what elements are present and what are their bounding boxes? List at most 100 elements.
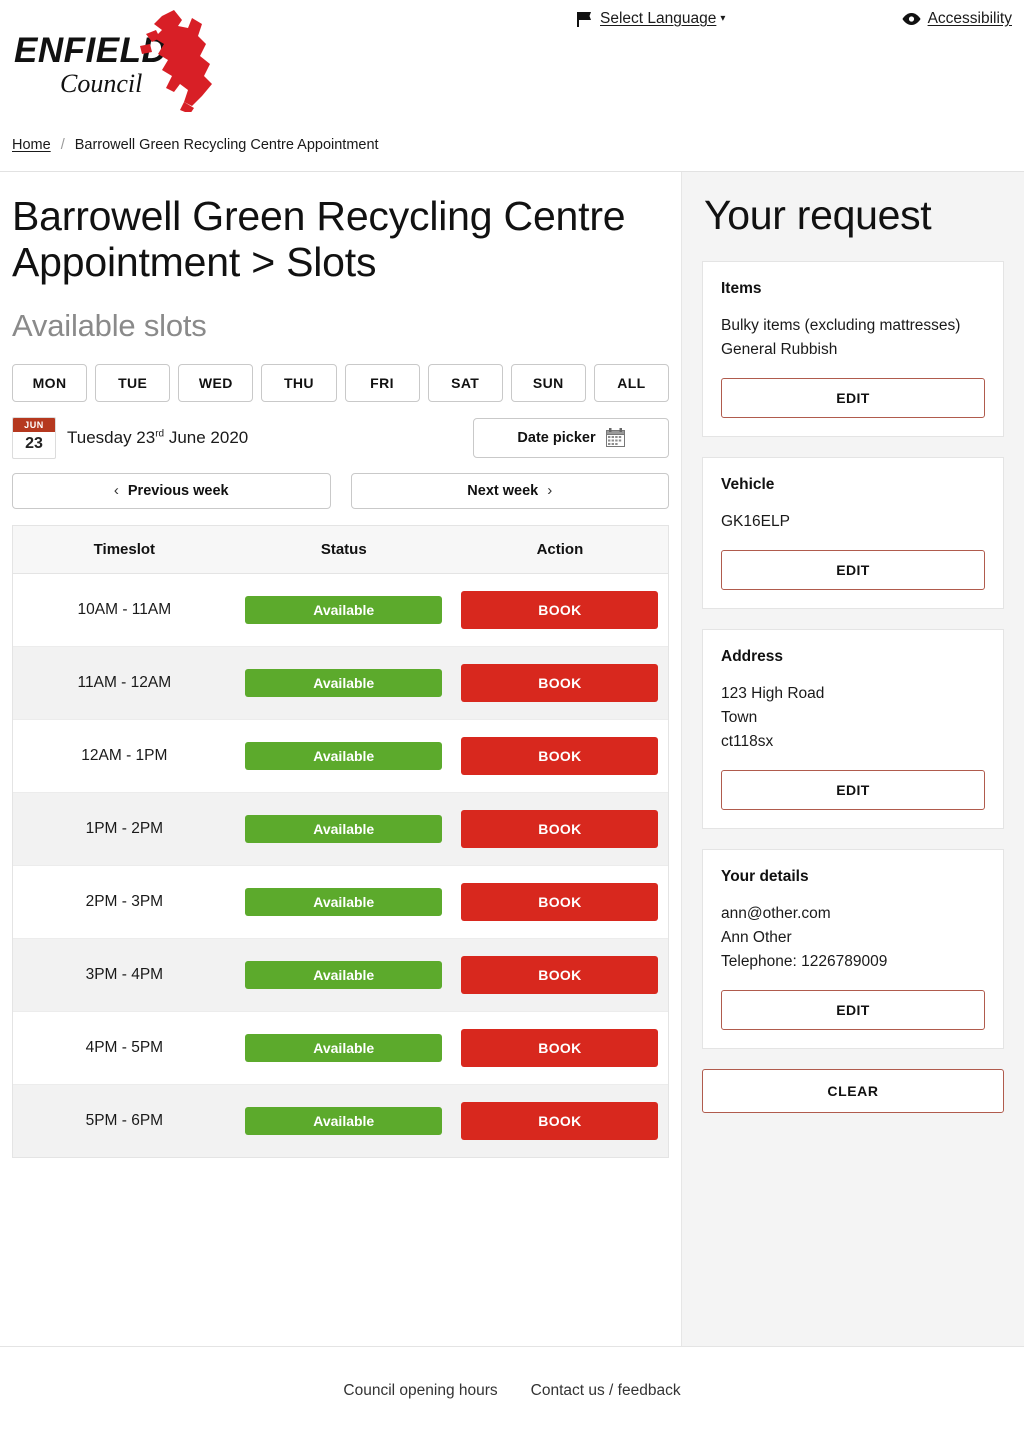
clear-button[interactable]: CLEAR — [702, 1069, 1004, 1114]
status-badge: Available — [245, 1033, 443, 1062]
day-tab-sun[interactable]: SUN — [510, 363, 586, 402]
cell-action: BOOK — [451, 865, 668, 939]
book-button[interactable]: BOOK — [461, 1028, 659, 1067]
cell-timeslot: 11AM - 12AM — [13, 646, 236, 720]
table-row: 10AM - 11AM Available BOOK — [13, 573, 668, 647]
cell-action: BOOK — [451, 1011, 668, 1085]
cell-status: Available — [235, 792, 452, 866]
date-picker-label: Date picker — [517, 429, 596, 446]
slot-time-label: 1PM - 2PM — [85, 819, 164, 837]
day-tab-thu[interactable]: THU — [261, 363, 337, 402]
chevron-down-icon[interactable]: ▾ — [720, 14, 725, 24]
breadcrumb-home[interactable]: Home — [12, 137, 51, 153]
language-selector[interactable]: Select Language ▾ — [576, 10, 725, 28]
day-tab-all[interactable]: ALL — [593, 363, 669, 402]
cell-timeslot: 12AM - 1PM — [13, 719, 236, 793]
book-button[interactable]: BOOK — [461, 882, 659, 921]
column-header-action: Action — [451, 525, 668, 574]
enfield-council-logo[interactable]: ENFIELD Council — [12, 8, 242, 112]
breadcrumb-current: Barrowell Green Recycling Centre Appoint… — [74, 136, 379, 153]
cell-timeslot: 10AM - 11AM — [13, 573, 236, 647]
cell-timeslot: 4PM - 5PM — [13, 1011, 236, 1085]
cell-status: Available — [236, 1084, 452, 1157]
status-badge: Available — [245, 1106, 443, 1135]
cell-timeslot: 3PM - 4PM — [13, 938, 236, 1012]
status-badge: Available — [245, 668, 443, 697]
cell-status: Available — [235, 865, 452, 939]
flag-icon — [576, 11, 593, 28]
day-tab-tue[interactable]: TUE — [95, 363, 171, 402]
site-footer: Council opening hours Contact us / feedb… — [0, 1346, 1024, 1434]
book-button[interactable]: BOOK — [461, 736, 659, 775]
cell-action: BOOK — [451, 938, 668, 1012]
table-row: 1PM - 2PM Available BOOK — [13, 792, 668, 866]
day-tab-fri[interactable]: FRI — [344, 363, 420, 402]
current-date-display: JUN 23 Tuesday 23rd June 2020 — [12, 416, 248, 459]
edit-button-your-details[interactable]: EDIT — [721, 990, 985, 1031]
cell-action: BOOK — [451, 792, 668, 866]
table-row: 2PM - 3PM Available BOOK — [13, 865, 668, 939]
card-heading: Address — [721, 648, 784, 666]
cell-status: Available — [235, 573, 452, 647]
date-text-prefix: Tuesday 23 — [67, 427, 156, 447]
calendar-badge-day: 23 — [25, 435, 43, 453]
request-card-items: Items Bulky items (excluding mattresses) G… — [702, 261, 1004, 438]
svg-text:Council: Council — [60, 69, 142, 98]
calendar-badge-month: JUN — [13, 417, 55, 433]
footer-link-contact-us[interactable]: Contact us / feedback — [531, 1382, 681, 1400]
edit-button-address[interactable]: EDIT — [721, 770, 985, 811]
request-card-address: Address 123 High Road Town ct118sx EDIT — [702, 629, 1004, 830]
table-row: 3PM - 4PM Available BOOK — [13, 938, 668, 1012]
day-tab-sat[interactable]: SAT — [427, 363, 503, 402]
page-title: Barrowell Green Recycling Centre Appoint… — [12, 193, 626, 285]
footer-link-council-opening-hours[interactable]: Council opening hours — [343, 1382, 497, 1400]
accessibility-link[interactable]: Accessibility — [902, 10, 1012, 28]
book-button[interactable]: BOOK — [461, 955, 659, 994]
calendar-date-badge: JUN 23 — [12, 416, 56, 459]
cell-status: Available — [235, 646, 452, 720]
slot-time-label: 10AM - 11AM — [77, 600, 172, 618]
available-slots-heading: Available slots — [12, 307, 207, 343]
cell-action: BOOK — [452, 1084, 668, 1157]
cell-action: BOOK — [451, 573, 668, 647]
day-tab-mon[interactable]: MON — [12, 363, 88, 402]
previous-week-button[interactable]: ‹ Previous week — [12, 472, 331, 509]
date-picker-button[interactable]: Date picker — [473, 417, 669, 458]
card-line: GK16ELP — [721, 513, 790, 531]
book-button[interactable]: BOOK — [461, 809, 659, 848]
date-row: JUN 23 Tuesday 23rd June 2020 Date picke… — [0, 416, 681, 459]
previous-week-label: Previous week — [127, 482, 229, 499]
edit-button-items[interactable]: EDIT — [721, 378, 985, 419]
breadcrumb-separator: / — [60, 136, 65, 153]
edit-button-vehicle[interactable]: EDIT — [721, 550, 985, 591]
page-root: ENFIELD Council Select Language ▾ Access… — [0, 0, 1024, 1434]
cell-action: BOOK — [451, 719, 668, 793]
cell-timeslot: 2PM - 3PM — [13, 865, 236, 939]
sidebar-card-list: Items Bulky items (excluding mattresses) G… — [702, 261, 1004, 1050]
day-tab-wed[interactable]: WED — [178, 363, 254, 402]
card-line: 123 High Road — [721, 685, 825, 703]
chevron-right-icon: › — [547, 482, 553, 500]
request-card-your-details: Your details ann@other.com Ann Other Teleph… — [702, 849, 1004, 1050]
accessibility-label[interactable]: Accessibility — [928, 10, 1012, 28]
next-week-label: Next week — [467, 482, 539, 499]
book-button[interactable]: BOOK — [461, 590, 659, 629]
request-card-vehicle: Vehicle GK16ELP EDIT — [702, 457, 1004, 610]
book-button[interactable]: BOOK — [461, 663, 659, 702]
calendar-icon — [605, 428, 625, 448]
next-week-button[interactable]: Next week › — [350, 472, 669, 509]
slot-time-label: 11AM - 12AM — [77, 673, 172, 691]
book-button[interactable]: BOOK — [461, 1101, 659, 1140]
cell-status: Available — [235, 938, 452, 1012]
status-badge: Available — [245, 960, 443, 989]
card-line: ann@other.com — [721, 905, 831, 923]
card-line: Town — [721, 709, 758, 727]
eye-icon — [902, 12, 921, 26]
date-text-ordinal: rd — [155, 428, 165, 440]
main-content: Barrowell Green Recycling Centre Appoint… — [0, 172, 681, 1346]
current-date-text: Tuesday 23rd June 2020 — [67, 428, 248, 448]
language-label[interactable]: Select Language — [600, 10, 716, 28]
card-heading: Items — [721, 280, 762, 297]
status-badge: Available — [245, 887, 443, 916]
table-row: 11AM - 12AM Available BOOK — [13, 646, 668, 720]
